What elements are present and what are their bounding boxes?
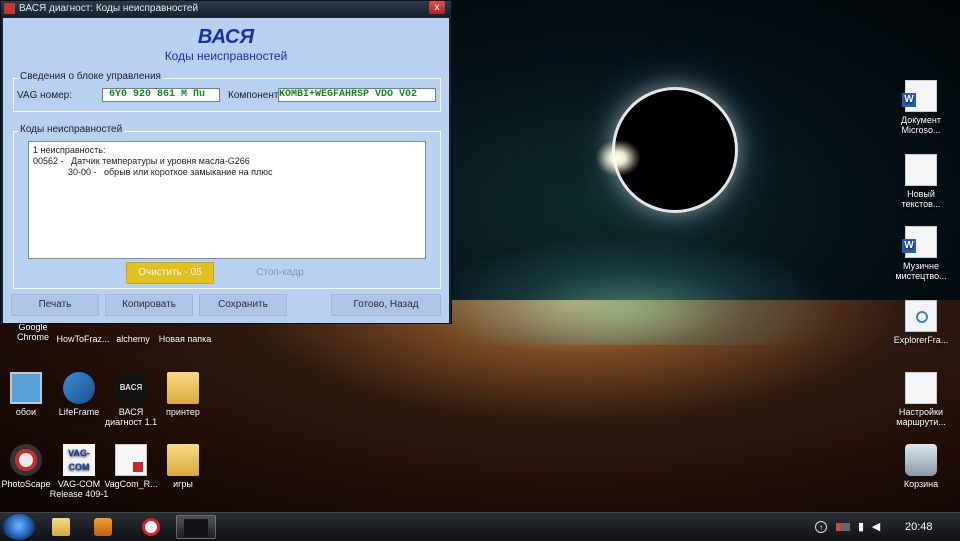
explorer-file-icon [905, 300, 937, 332]
desktop-icon-explorer-fra[interactable]: ExplorerFra... [888, 300, 954, 345]
desktop-icon-printer[interactable]: принтер [150, 372, 216, 417]
desktop-icon-route-settings[interactable]: Настройки маршрути... [888, 372, 954, 427]
control-unit-group-title: Сведения о блоке управления [18, 71, 163, 82]
new-folder-label: Новая папка [158, 334, 212, 344]
pdf-icon [115, 444, 147, 476]
copy-button[interactable]: Копировать [105, 294, 193, 316]
word-document-icon [902, 80, 937, 112]
taskbar-media-player[interactable] [86, 515, 120, 539]
vag-number-field[interactable]: 6Y0 920 861 M Пu [102, 88, 220, 102]
fault-codes-text[interactable]: 1 неисправность: 00562 - Датчик температ… [28, 141, 426, 259]
folder-icon [167, 372, 199, 404]
recycle-bin-icon [905, 444, 937, 476]
fault-line: 00562 - Датчик температуры и уровня масл… [33, 156, 250, 166]
monitor-icon [10, 372, 42, 404]
window-titlebar[interactable]: ВАСЯ диагност: Коды неисправностей x [1, 1, 451, 17]
component-field[interactable]: KOMBI+WEGFAHRSP VDO V02 [278, 88, 436, 102]
word-document-icon [902, 226, 937, 258]
window-client: ВАСЯ Коды неисправностей Сведения о блок… [3, 18, 449, 323]
lifeframe-icon [63, 372, 95, 404]
photoscape-icon [10, 444, 42, 476]
desktop-icon-doc-microsoft[interactable]: Документ Microso... [888, 80, 954, 135]
vasya-window: ВАСЯ диагност: Коды неисправностей x ВАС… [0, 0, 452, 324]
folder-icon [52, 518, 70, 536]
desktop-icon-recycle-bin[interactable]: Корзина [888, 444, 954, 489]
desktop-icon-games[interactable]: игры [150, 444, 216, 489]
fault-line: 1 неисправность: [33, 145, 106, 155]
freeze-frame-button: Стоп-кадр [256, 267, 304, 278]
taskbar-explorer[interactable] [44, 515, 78, 539]
component-label: Компонент: [228, 90, 282, 101]
close-icon[interactable]: x [429, 1, 445, 14]
clear-codes-button[interactable]: Очистить - 05 [126, 262, 214, 284]
desktop-icon-new-text[interactable]: Новый текстов... [888, 154, 954, 209]
volume-icon[interactable]: ◀ [870, 521, 882, 533]
doc-microsoft-label: Документ Microso... [901, 115, 941, 135]
music-label: Музичне мистецтво... [895, 261, 947, 281]
wallpaper-sunflare [596, 140, 640, 176]
wallpaper-glow [420, 235, 840, 345]
app-title: ВАСЯ [197, 26, 255, 48]
folder-icon [167, 444, 199, 476]
save-button[interactable]: Сохранить [199, 294, 287, 316]
signal-icon[interactable]: ▮ [855, 521, 867, 533]
desktop-icon-music[interactable]: Музичне мистецтво... [888, 226, 954, 281]
route-settings-label: Настройки маршрути... [896, 407, 946, 427]
explorer-fra-label: ExplorerFra... [893, 335, 949, 345]
text-document-icon [905, 372, 937, 404]
desktop-icon-new-folder[interactable]: Новая папка [152, 334, 218, 344]
page-subtitle: Коды неисправностей [164, 49, 288, 63]
start-button[interactable] [3, 514, 35, 540]
new-text-label: Новый текстов... [901, 189, 941, 209]
taskbar: ↑ ▮ ◀ 20:48 [0, 512, 960, 541]
taskbar-opera[interactable] [134, 515, 168, 539]
done-back-button[interactable]: Готово, Назад [331, 294, 441, 316]
print-button[interactable]: Печать [11, 294, 99, 316]
window-title: ВАСЯ диагност: Коды неисправностей [19, 3, 199, 14]
desktop: Google Chrome HowToFraz... alchemy Новая… [0, 0, 960, 512]
opera-icon [142, 518, 160, 536]
control-unit-group: Сведения о блоке управления VAG номер: 6… [13, 71, 441, 112]
battery-icon[interactable] [836, 523, 850, 531]
fault-line: 30-00 - обрыв или короткое замыкание на … [33, 167, 273, 177]
up-arrow-icon[interactable]: ↑ [815, 521, 827, 533]
games-label: игры [173, 479, 193, 489]
taskbar-vasya[interactable] [176, 515, 216, 539]
fault-codes-group: Коды неисправностей 1 неисправность: 005… [13, 124, 441, 289]
clock-time[interactable]: 20:48 [905, 513, 933, 541]
recycle-bin-label: Корзина [903, 479, 939, 489]
vasya-logo-icon [184, 519, 208, 537]
text-document-icon [905, 154, 937, 186]
vag-number-label: VAG номер: [17, 90, 73, 101]
media-player-icon [94, 518, 112, 536]
vasya-logo-icon: ВАСЯ [115, 372, 147, 404]
app-icon [4, 3, 15, 14]
fault-codes-group-title: Коды неисправностей [18, 124, 125, 135]
printer-label: принтер [166, 407, 200, 417]
vagcom-logo-icon: VAG- COM [63, 444, 95, 476]
